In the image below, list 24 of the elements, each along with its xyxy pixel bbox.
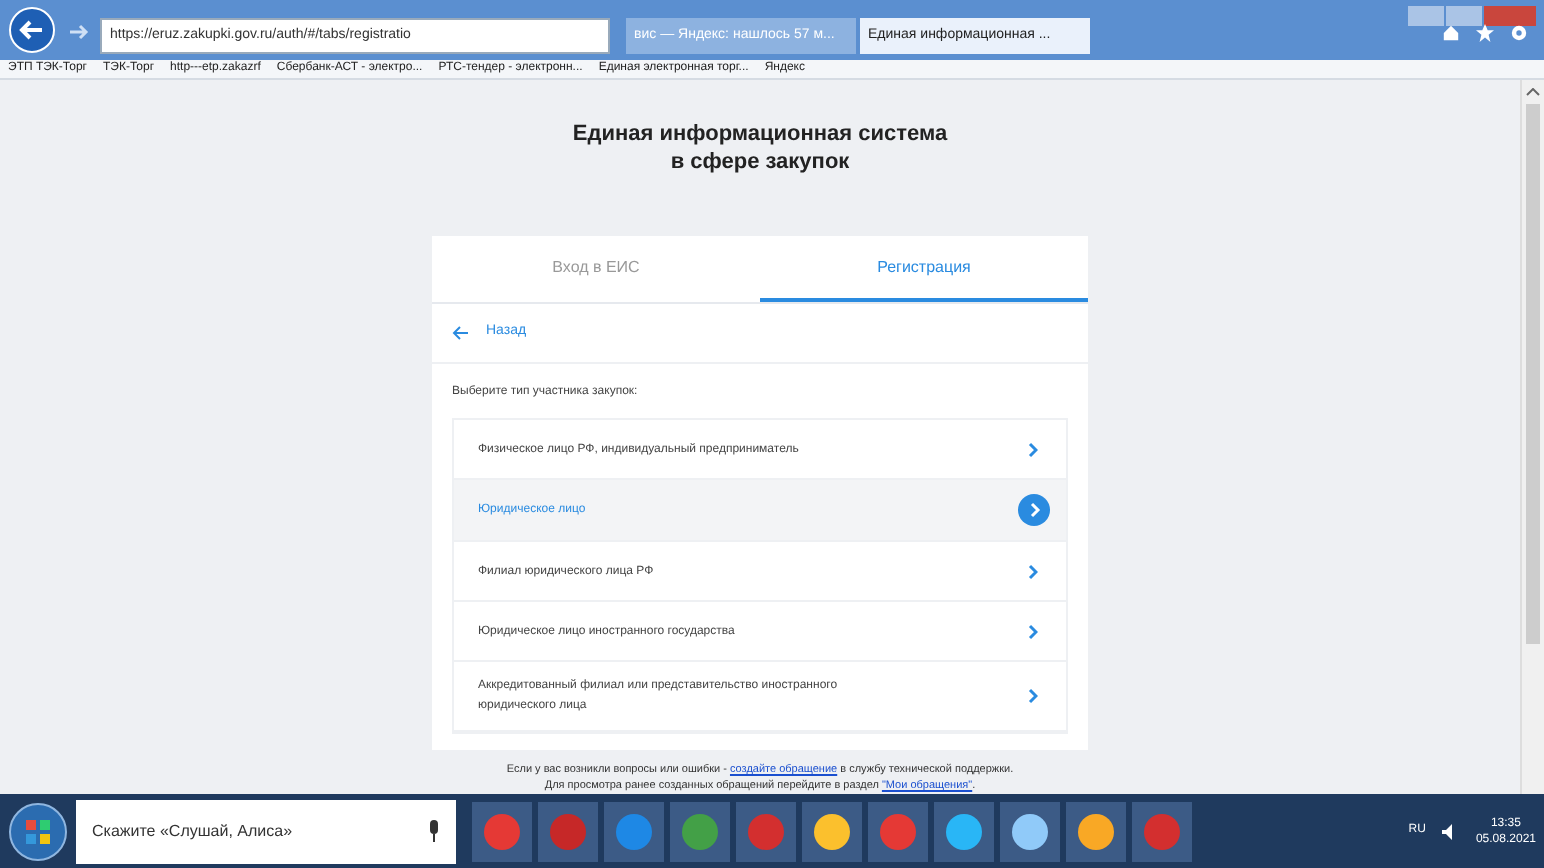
taskbar-app-button[interactable] (1000, 801, 1060, 862)
settings-icon[interactable] (1510, 23, 1528, 42)
taskbar-app-button[interactable] (802, 801, 862, 862)
back-icon[interactable] (8, 5, 56, 54)
scrollbar[interactable] (1520, 80, 1544, 795)
chevron-circle-icon (1018, 494, 1050, 527)
microphone-icon (428, 820, 440, 843)
chevron-right-icon (1028, 441, 1038, 458)
taskbar-app-button[interactable] (1066, 801, 1126, 862)
chevron-right-icon (1028, 623, 1038, 640)
star-icon[interactable] (1476, 23, 1494, 42)
scroll-up-icon[interactable] (1526, 88, 1540, 97)
page-title: Единая информационная система (572, 120, 948, 149)
taskbar-app-button[interactable] (670, 801, 730, 862)
chevron-right-icon (1028, 563, 1038, 580)
start-button-icon[interactable] (8, 801, 68, 862)
home-icon[interactable] (1442, 23, 1460, 42)
taskbar-app-button[interactable] (604, 801, 664, 862)
tab[interactable]: Регистрация (760, 236, 1088, 303)
chevron-right-icon (1028, 688, 1038, 705)
search-field[interactable]: Скажите «Слушай, Алиса» (76, 799, 456, 864)
taskbar-app-button[interactable] (934, 801, 994, 862)
page-title: в сфере закупок (668, 148, 852, 177)
arrow-left-icon (452, 326, 470, 341)
